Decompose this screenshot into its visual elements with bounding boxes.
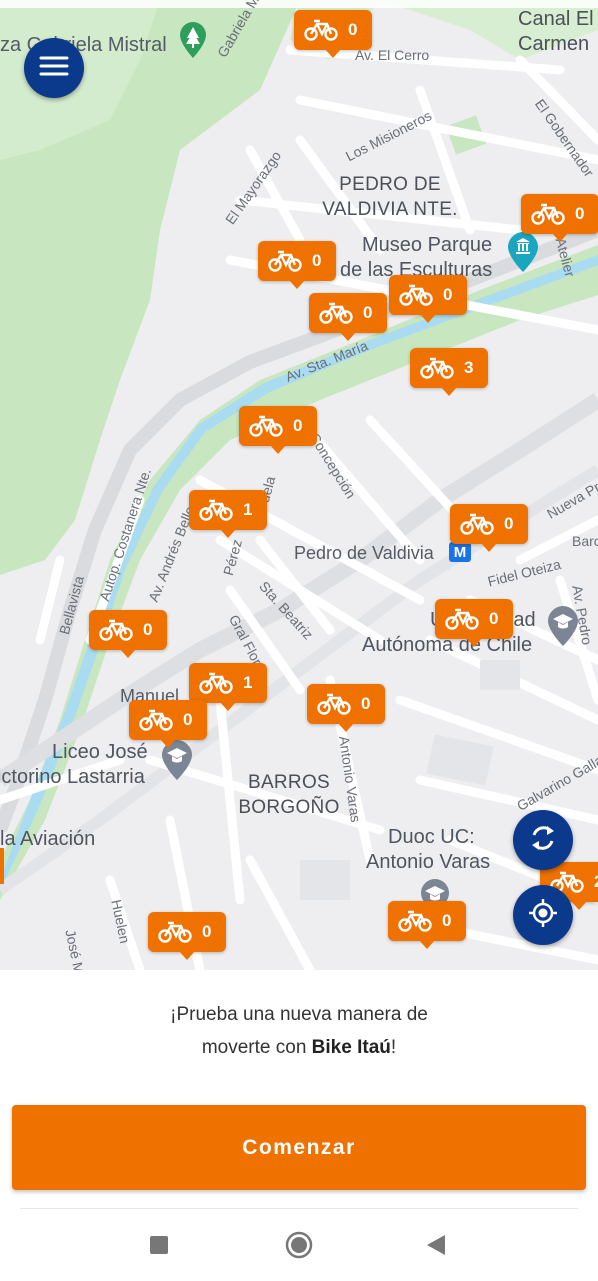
poi-label: Liceo José xyxy=(52,741,148,763)
bike-count: 0 xyxy=(443,285,453,304)
bike-count: 0 xyxy=(312,251,322,270)
bike-icon xyxy=(445,608,479,630)
crosshair-icon xyxy=(527,897,559,934)
bike-station-marker[interactable]: 1 xyxy=(189,490,267,538)
bike-icon xyxy=(199,499,233,521)
bike-count: 0 xyxy=(361,694,371,713)
bike-station-marker[interactable]: 0 xyxy=(309,293,387,341)
bike-count: 0 xyxy=(348,20,358,39)
bike-icon xyxy=(317,693,351,715)
android-nav-bar xyxy=(20,1208,578,1281)
bike-count: 0 xyxy=(183,710,193,729)
bike-icon xyxy=(319,302,353,324)
bike-count: 0 xyxy=(293,416,303,435)
bike-count: 0 xyxy=(363,303,373,322)
bike-count: 0 xyxy=(504,514,514,533)
bike-count: 0 xyxy=(489,609,499,628)
start-button[interactable]: Comenzar xyxy=(12,1105,586,1190)
home-button[interactable] xyxy=(281,1229,317,1265)
bike-station-marker[interactable]: 0 xyxy=(294,10,372,58)
promo-line-2: moverte con Bike Itaú! xyxy=(0,1031,598,1064)
metro-station-label: Pedro de Valdivia xyxy=(294,543,434,563)
promo-line-1: ¡Prueba una nueva manera de xyxy=(170,1004,428,1025)
bike-icon xyxy=(139,709,173,731)
bike-count: 1 xyxy=(243,673,253,692)
bike-count: 0 xyxy=(442,911,452,930)
promo-line-2-suffix: ! xyxy=(390,1037,397,1058)
back-button[interactable] xyxy=(418,1229,454,1265)
brand-name: Bike Itaú xyxy=(311,1037,391,1058)
promo-line-2-prefix: moverte con xyxy=(201,1037,312,1058)
district-label: BARROS xyxy=(247,772,331,793)
bike-station-marker[interactable]: 0 xyxy=(89,610,167,658)
park-pin-icon xyxy=(180,22,206,67)
bike-station-marker[interactable]: 0 xyxy=(307,684,385,732)
district-label: VALDIVIA NTE. xyxy=(322,199,458,220)
bike-icon xyxy=(99,619,133,641)
bike-icon xyxy=(158,921,192,943)
bike-station-marker[interactable]: 0 xyxy=(450,504,528,552)
map-label: Canal El xyxy=(518,8,594,30)
bike-station-marker[interactable]: 0 xyxy=(239,406,317,454)
bike-count: 3 xyxy=(464,358,474,377)
bike-count: 1 xyxy=(243,500,253,519)
menu-icon xyxy=(39,55,69,82)
refresh-icon xyxy=(528,823,558,858)
bike-count: 0 xyxy=(143,620,153,639)
bike-icon xyxy=(398,910,432,932)
map-view[interactable]: za Gabriela Mistral Gabriela Mistral Can… xyxy=(0,0,598,970)
bike-station-marker[interactable]: 1 xyxy=(189,663,267,711)
poi-label: Museo Parque xyxy=(362,234,493,256)
map-label: za Gabriela Mistral xyxy=(0,34,167,56)
map-label: Barc xyxy=(572,533,598,549)
university-pin-icon xyxy=(548,606,578,651)
bike-icon xyxy=(249,415,283,437)
bike-station-marker-edge[interactable] xyxy=(0,848,4,884)
bike-station-marker[interactable]: 0 xyxy=(389,275,467,323)
bike-icon xyxy=(304,19,338,41)
bike-icon xyxy=(268,250,302,272)
district-label: PEDRO DE xyxy=(339,174,441,195)
menu-button[interactable] xyxy=(24,38,84,98)
bike-station-marker[interactable]: 0 xyxy=(435,599,513,647)
bike-icon xyxy=(460,513,494,535)
bike-icon xyxy=(531,203,565,225)
square-icon xyxy=(150,1235,168,1259)
back-triangle-icon xyxy=(427,1234,445,1260)
map-label: la Aviación xyxy=(0,828,96,850)
bike-station-marker[interactable]: 0 xyxy=(148,912,226,960)
metro-icon: M xyxy=(449,542,471,562)
bike-station-marker[interactable]: 0 xyxy=(388,901,466,949)
bike-count: 0 xyxy=(575,204,585,223)
map-label: Carmen xyxy=(518,33,590,55)
poi-label: Duoc UC: xyxy=(388,826,475,848)
bike-icon xyxy=(399,284,433,306)
bike-icon xyxy=(199,672,233,694)
promo-text: ¡Prueba una nueva manera de moverte con … xyxy=(0,998,598,1064)
bike-station-marker[interactable]: 3 xyxy=(410,348,488,396)
home-circle-icon xyxy=(285,1231,313,1264)
refresh-button[interactable] xyxy=(513,810,573,870)
recents-button[interactable] xyxy=(141,1229,177,1265)
bike-station-marker[interactable]: 0 xyxy=(129,700,207,748)
map-base xyxy=(0,0,598,970)
bike-count: 0 xyxy=(202,922,212,941)
bike-count: 2 xyxy=(594,872,598,892)
locate-button[interactable] xyxy=(513,885,573,945)
museum-pin-icon xyxy=(508,232,538,277)
district-label: BORGOÑO xyxy=(238,797,340,818)
bike-icon xyxy=(420,357,454,379)
app-screen: za Gabriela Mistral Gabriela Mistral Can… xyxy=(0,0,598,1280)
bike-station-marker[interactable]: 0 xyxy=(258,241,336,289)
poi-label: Victorino Lastarria xyxy=(0,766,145,788)
poi-label: Antonio Varas xyxy=(366,851,491,873)
bike-station-marker[interactable]: 0 xyxy=(521,194,598,242)
